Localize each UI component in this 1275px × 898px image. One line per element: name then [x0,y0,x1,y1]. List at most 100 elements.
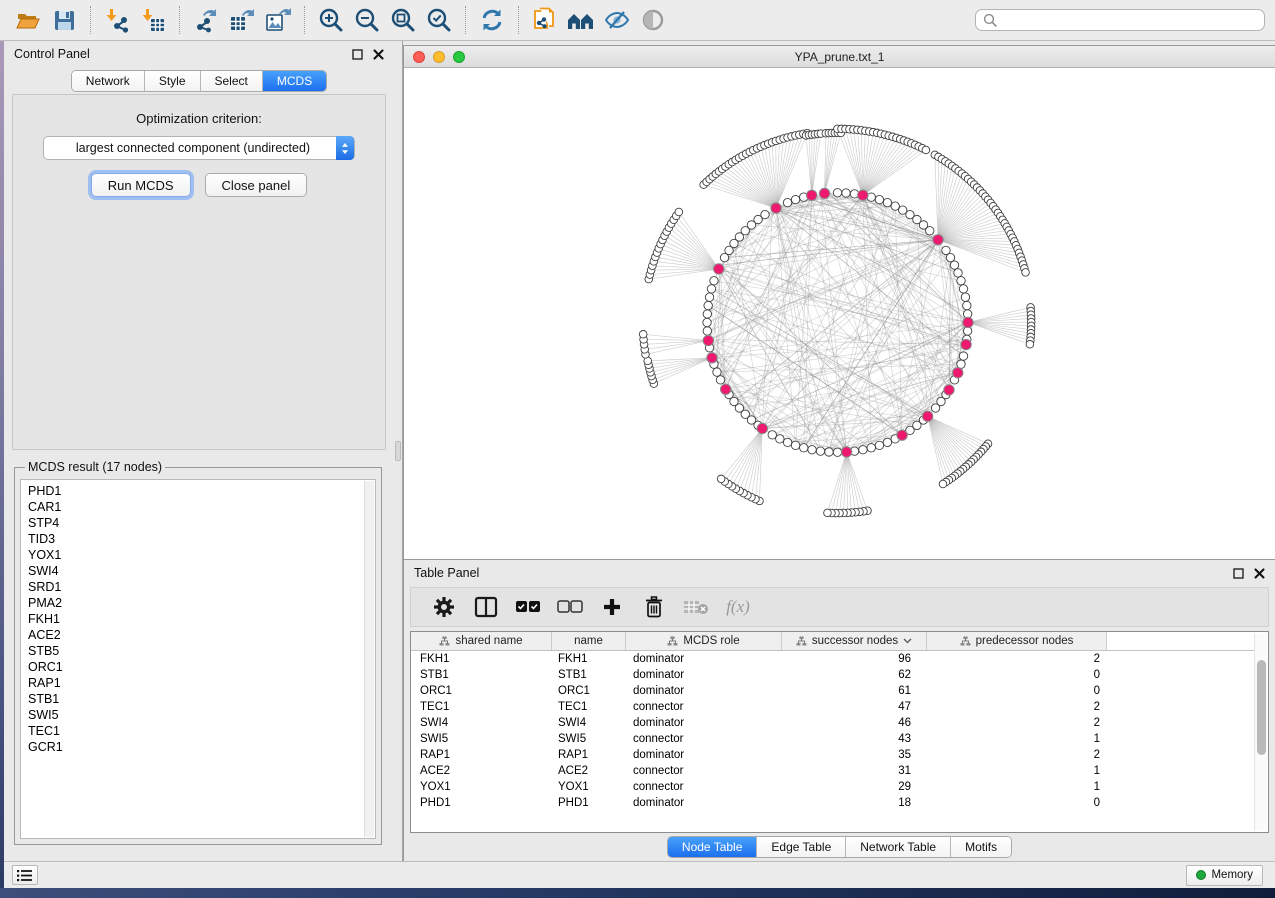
tab-network-table[interactable]: Network Table [846,837,951,857]
export-network-button[interactable] [188,4,224,36]
mcds-result-list[interactable]: PHD1CAR1STP4TID3YOX1SWI4SRD1PMA2FKH1ACE2… [20,479,376,839]
column-header-successor-nodes[interactable]: successor nodes [782,632,927,650]
delete-column-button[interactable] [633,591,675,623]
table-row[interactable]: RAP1RAP1dominator352 [411,747,1254,763]
table-row[interactable]: PHD1PHD1dominator180 [411,795,1254,811]
first-neighbors-button[interactable] [563,4,599,36]
minimize-window-icon[interactable] [433,51,445,63]
tab-mcds[interactable]: MCDS [263,71,326,91]
table-panel-title: Table Panel [414,566,479,580]
table-scrollbar-thumb[interactable] [1257,660,1266,755]
tab-edge-table[interactable]: Edge Table [757,837,846,857]
desktop-strip [0,41,4,888]
close-panel-icon[interactable] [373,49,384,60]
float-panel-icon[interactable] [352,49,363,60]
delete-table-icon [683,598,709,616]
float-table-panel-icon[interactable] [1233,568,1244,579]
search-field[interactable] [975,9,1265,31]
cell: 46 [782,717,927,729]
network-canvas[interactable] [404,68,1275,559]
table-row[interactable]: ORC1ORC1dominator610 [411,683,1254,699]
mcds-result-item[interactable]: PHD1 [28,483,375,499]
app-window: Control Panel Network Style Select MCDS … [0,0,1275,888]
tab-motifs[interactable]: Motifs [951,837,1011,857]
close-window-icon[interactable] [413,51,425,63]
toolbar-separator [90,6,91,34]
network-window-titlebar[interactable]: YPA_prune.txt_1 [404,46,1275,68]
column-header-MCDS-role[interactable]: MCDS role [626,632,782,650]
table-row[interactable]: FKH1FKH1dominator962 [411,651,1254,667]
cell: dominator [626,749,782,761]
clone-network-icon [532,7,558,33]
mcds-result-item[interactable]: STB5 [28,643,375,659]
memory-button[interactable]: Memory [1186,865,1263,886]
select-all-button[interactable] [507,591,549,623]
tab-style[interactable]: Style [145,71,201,91]
mcds-result-item[interactable]: CAR1 [28,499,375,515]
splitter-grip-icon[interactable] [395,441,401,461]
table-row[interactable]: YOX1YOX1connector291 [411,779,1254,795]
search-input[interactable] [1003,13,1257,27]
zoom-out-button[interactable] [349,4,385,36]
network-window-title: YPA_prune.txt_1 [795,50,885,64]
node-table[interactable]: shared namenameMCDS rolesuccessor nodesp… [410,631,1269,833]
mcds-result-item[interactable]: TID3 [28,531,375,547]
optimization-criterion-select[interactable]: largest connected component (undirected) [43,136,355,160]
refresh-button[interactable] [474,4,510,36]
add-column-button[interactable] [591,591,633,623]
deselect-all-button[interactable] [549,591,591,623]
hide-selected-button[interactable] [599,4,635,36]
import-table-button[interactable] [135,4,171,36]
cell: 0 [927,685,1107,697]
table-row[interactable]: SWI4SWI4dominator462 [411,715,1254,731]
column-header-shared-name[interactable]: shared name [411,632,552,650]
mcds-result-item[interactable]: SRD1 [28,579,375,595]
import-network-button[interactable] [99,4,135,36]
mcds-result-item[interactable]: TEC1 [28,723,375,739]
zoom-selected-button[interactable] [421,4,457,36]
optimization-criterion-label: Optimization criterion: [13,111,385,126]
tab-network[interactable]: Network [72,71,145,91]
mcds-result-item[interactable]: FKH1 [28,611,375,627]
table-settings-button[interactable] [423,591,465,623]
mcds-result-item[interactable]: STB1 [28,691,375,707]
table-row[interactable]: STB1STB1dominator620 [411,667,1254,683]
mcds-result-item[interactable]: GCR1 [28,739,375,755]
show-panels-button[interactable] [12,865,38,885]
maximize-window-icon[interactable] [453,51,465,63]
clone-network-button[interactable] [527,4,563,36]
zoom-in-button[interactable] [313,4,349,36]
show-all-button[interactable] [635,4,671,36]
save-button[interactable] [46,4,82,36]
mcds-result-item[interactable]: ACE2 [28,627,375,643]
mcds-result-item[interactable]: STP4 [28,515,375,531]
zoom-fit-button[interactable] [385,4,421,36]
split-panel-button[interactable] [465,591,507,623]
mcds-list-scrollbar[interactable] [364,481,374,837]
cell: PHD1 [552,797,626,809]
mcds-result-item[interactable]: RAP1 [28,675,375,691]
export-table-button[interactable] [224,4,260,36]
run-mcds-button[interactable]: Run MCDS [91,173,191,197]
panel-splitter[interactable] [394,41,403,861]
network-graph[interactable] [404,68,1275,559]
close-table-panel-icon[interactable] [1254,568,1265,579]
table-row[interactable]: TEC1TEC1connector472 [411,699,1254,715]
table-scrollbar[interactable] [1254,633,1267,831]
mcds-result-item[interactable]: SWI5 [28,707,375,723]
close-panel-button[interactable]: Close panel [205,173,308,197]
mcds-result-item[interactable]: ORC1 [28,659,375,675]
export-image-button[interactable] [260,4,296,36]
column-header-name[interactable]: name [552,632,626,650]
tab-select[interactable]: Select [201,71,263,91]
table-row[interactable]: SWI5SWI5connector431 [411,731,1254,747]
mcds-result-item[interactable]: PMA2 [28,595,375,611]
mcds-result-item[interactable]: SWI4 [28,563,375,579]
table-row[interactable]: ACE2ACE2connector311 [411,763,1254,779]
refresh-icon [479,7,505,33]
mcds-result-item[interactable]: YOX1 [28,547,375,563]
column-header-predecessor-nodes[interactable]: predecessor nodes [927,632,1107,650]
tab-node-table[interactable]: Node Table [668,837,758,857]
open-button[interactable] [10,4,46,36]
toolbar-separator [465,6,466,34]
